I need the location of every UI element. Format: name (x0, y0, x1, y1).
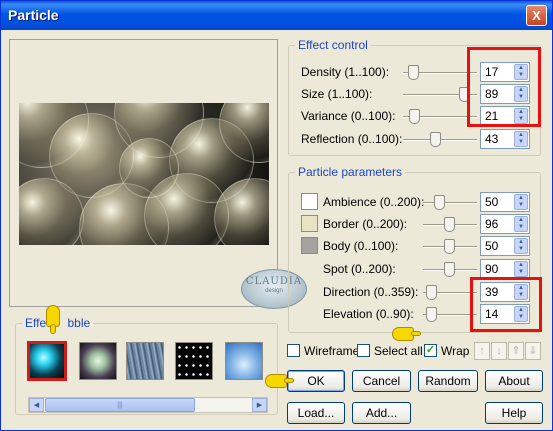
particle-parameters-title: Particle parameters (295, 165, 406, 179)
reflection-spin-arrows[interactable]: ▲ ▼ (514, 131, 528, 147)
spin-up-icon[interactable]: ▲ (515, 239, 527, 246)
ambience-slider-thumb[interactable] (434, 195, 445, 210)
body-row: Body (0..100): 50 ▲ ▼ (289, 236, 542, 256)
highlight-box-effect-control (467, 47, 541, 127)
scroll-right-icon[interactable]: ▶ (252, 398, 267, 412)
border-slider-thumb[interactable] (444, 217, 455, 232)
density-slider-thumb[interactable] (408, 65, 419, 80)
preset-thumbnail-bubbles-cyan[interactable] (27, 341, 67, 381)
preview-panel (9, 39, 278, 307)
border-label: Border (0..200): (323, 217, 408, 231)
reflection-spinbox[interactable]: 43 ▲ ▼ (480, 129, 530, 149)
body-slider-thumb[interactable] (444, 239, 455, 254)
spin-down-icon[interactable]: ▼ (515, 269, 527, 276)
spot-row: Spot (0..200): 90 ▲ ▼ (289, 259, 542, 279)
select-all-checkbox[interactable] (357, 344, 370, 357)
ambience-color-swatch[interactable] (301, 193, 318, 210)
spin-up-icon[interactable]: ▲ (515, 262, 527, 269)
pointer-finger-icon (284, 378, 294, 383)
ambience-spinbox[interactable]: 50 ▲ ▼ (480, 192, 530, 212)
spot-spin-arrows[interactable]: ▲ ▼ (514, 261, 528, 277)
pointer-finger-icon (50, 324, 56, 334)
ambience-row: Ambience (0..200): 50 ▲ ▼ (289, 192, 542, 212)
title-bar: Particle X (1, 1, 552, 30)
body-color-swatch[interactable] (301, 237, 318, 254)
spot-slider-thumb[interactable] (444, 262, 455, 277)
body-value[interactable]: 50 (485, 239, 498, 253)
reflection-slider-thumb[interactable] (430, 132, 441, 147)
spin-down-icon[interactable]: ▼ (515, 202, 527, 209)
body-label: Body (0..100): (323, 239, 399, 253)
scroll-thumb[interactable]: ||| (45, 398, 195, 412)
body-spinbox[interactable]: 50 ▲ ▼ (480, 236, 530, 256)
ambience-spin-arrows[interactable]: ▲ ▼ (514, 194, 528, 210)
wireframe-checkbox[interactable] (287, 344, 300, 357)
reflection-label: Reflection (0..100): (301, 132, 403, 146)
reflection-row: Reflection (0..100): 43 ▲ ▼ (289, 129, 542, 149)
preset-thumbnail-blue-streaks[interactable] (126, 342, 164, 380)
border-color-swatch[interactable] (301, 215, 318, 232)
spot-value[interactable]: 90 (485, 262, 498, 276)
ambience-label: Ambience (0..200): (323, 195, 425, 209)
help-button[interactable]: Help (485, 402, 543, 424)
border-row: Border (0..200): 96 ▲ ▼ (289, 214, 542, 234)
window-title: Particle (8, 7, 59, 23)
preset-thumbnail-blue-glow[interactable] (225, 342, 263, 380)
spot-spinbox[interactable]: 90 ▲ ▼ (480, 259, 530, 279)
effect-bubble-title-right: bble (67, 316, 91, 330)
move-down-icon[interactable]: ↓ (491, 342, 507, 360)
spin-down-icon[interactable]: ▼ (515, 139, 527, 146)
wireframe-label[interactable]: Wireframe (304, 344, 359, 358)
select-all-label[interactable]: Select all (374, 344, 423, 358)
highlight-box-direction-elevation (470, 277, 542, 332)
variance-slider-thumb[interactable] (409, 109, 420, 124)
border-value[interactable]: 96 (485, 217, 498, 231)
border-spinbox[interactable]: 96 ▲ ▼ (480, 214, 530, 234)
preset-thumbnail-bubbles-pastel[interactable] (79, 342, 117, 380)
scroll-left-icon[interactable]: ◀ (29, 398, 44, 412)
cancel-button[interactable]: Cancel (352, 370, 411, 392)
pointer-finger-icon (411, 331, 421, 336)
wrap-label[interactable]: Wrap (441, 344, 469, 358)
direction-label: Direction (0..359): (323, 285, 419, 299)
elevation-slider-thumb[interactable] (426, 307, 437, 322)
variance-label: Variance (0..100): (301, 109, 396, 123)
wrap-checkbox[interactable]: ✓ (424, 344, 437, 357)
load-button[interactable]: Load... (287, 402, 345, 424)
spot-label: Spot (0..200): (323, 262, 396, 276)
elevation-label: Elevation (0..90): (323, 307, 414, 321)
preview-image[interactable] (19, 103, 269, 245)
close-button[interactable]: X (526, 5, 547, 26)
spin-up-icon[interactable]: ▲ (515, 195, 527, 202)
preset-horizontal-scrollbar[interactable]: ◀ ||| ▶ (28, 397, 268, 413)
direction-slider-thumb[interactable] (426, 285, 437, 300)
body-spin-arrows[interactable]: ▲ ▼ (514, 238, 528, 254)
size-label: Size (1..100): (301, 87, 373, 101)
density-label: Density (1..100): (301, 65, 390, 79)
pointer-hand-icon (46, 305, 60, 334)
spin-down-icon[interactable]: ▼ (515, 224, 527, 231)
spin-up-icon[interactable]: ▲ (515, 217, 527, 224)
random-button[interactable]: Random (418, 370, 478, 392)
add-button[interactable]: Add... (352, 402, 411, 424)
move-top-icon[interactable]: ⇑ (508, 342, 524, 360)
effect-bubble-group: Effect bble ◀ ||| ▶ (15, 316, 278, 415)
preset-thumbnail-stars[interactable] (175, 342, 213, 380)
move-up-icon[interactable]: ↑ (474, 342, 490, 360)
move-bottom-icon[interactable]: ⇓ (525, 342, 541, 360)
particle-dialog: Particle X CLAUDIA design Effect control… (0, 0, 553, 431)
ok-button[interactable]: OK (287, 370, 345, 392)
effect-control-title: Effect control (295, 38, 371, 52)
ambience-slider-track[interactable] (423, 202, 477, 204)
bubble-shape (119, 138, 179, 198)
spin-up-icon[interactable]: ▲ (515, 132, 527, 139)
pointer-hand-icon (265, 374, 294, 388)
border-spin-arrows[interactable]: ▲ ▼ (514, 216, 528, 232)
ambience-value[interactable]: 50 (485, 195, 498, 209)
about-button[interactable]: About (485, 370, 543, 392)
reflection-value[interactable]: 43 (485, 132, 498, 146)
spin-down-icon[interactable]: ▼ (515, 246, 527, 253)
pointer-hand-icon (392, 327, 421, 341)
